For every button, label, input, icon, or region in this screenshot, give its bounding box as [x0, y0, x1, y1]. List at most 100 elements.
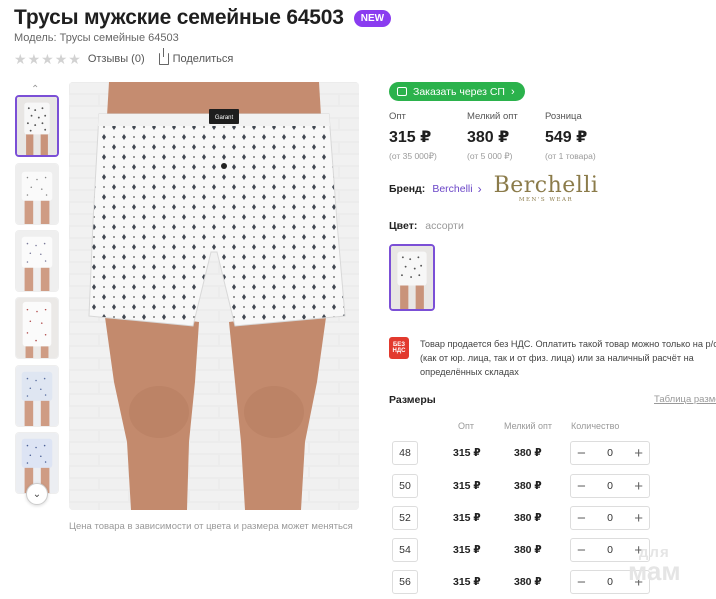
size-row: 52 315 ₽ 380 ₽ − 0 +: [389, 506, 716, 530]
size-small-price: 380 ₽: [514, 480, 542, 492]
brand-row: Бренд: Berchelli › Berchelli MEN'S WEAR: [389, 175, 598, 204]
size-opt-price: 315 ₽: [453, 480, 481, 492]
brand-label: Бренд:: [389, 183, 426, 196]
chevron-right-icon: ›: [510, 85, 515, 98]
chevron-right-icon: ›: [477, 182, 482, 197]
brand-logo[interactable]: Berchelli MEN'S WEAR: [494, 175, 599, 204]
quantity-stepper: − 0 +: [570, 441, 650, 465]
cart-icon: [397, 87, 407, 96]
vat-badge-line2: НДС: [392, 348, 406, 354]
star-icon: ★: [41, 51, 54, 67]
thumbnail-1[interactable]: [15, 95, 59, 157]
brand-logo-main: Berchelli: [493, 173, 599, 198]
share-button[interactable]: Поделиться: [158, 48, 234, 65]
price-min: (от 1 товара): [545, 151, 596, 161]
price-tier-opt: Опт 315 ₽ (от 35 000₽): [389, 111, 467, 162]
size-label: 48: [392, 441, 418, 465]
size-opt-price: 315 ₽: [453, 576, 481, 588]
price-value: 380 ₽: [467, 129, 510, 146]
quantity-value[interactable]: 0: [607, 576, 613, 588]
star-icon: ★: [68, 51, 81, 67]
size-chart-link[interactable]: Таблица размеров: [654, 394, 716, 405]
new-badge: NEW: [353, 9, 392, 27]
title-row: Трусы мужские семейные 64503 NEW: [14, 6, 392, 30]
plus-icon[interactable]: +: [634, 446, 643, 461]
minus-icon[interactable]: −: [577, 575, 586, 590]
order-sp-label: Заказать через СП: [413, 85, 505, 98]
product-title: Трусы мужские семейные 64503: [14, 6, 344, 29]
share-label: Поделиться: [172, 53, 234, 65]
star-icon: ★: [27, 51, 41, 67]
price-min: (от 35 000₽): [389, 151, 437, 161]
price-label: Розница: [545, 111, 582, 122]
vat-notice: БЕЗ НДС Товар продается без НДС. Оплатит…: [389, 337, 716, 379]
svg-text:Garant: Garant: [215, 115, 234, 121]
size-row: 50 315 ₽ 380 ₽ − 0 +: [389, 474, 716, 498]
sizes-title: Размеры: [389, 394, 436, 406]
size-label: 54: [392, 538, 418, 562]
product-info: Заказать через СП › Опт 315 ₽ (от 35 000…: [389, 0, 716, 599]
reviews-link[interactable]: Отзывы (0): [88, 53, 145, 65]
quantity-value[interactable]: 0: [607, 512, 613, 524]
price-label: Опт: [389, 111, 406, 122]
price-tiers: Опт 315 ₽ (от 35 000₽) Мелкий опт 380 ₽ …: [389, 111, 623, 162]
color-value: ассорти: [425, 220, 464, 232]
price-tier-small: Мелкий опт 380 ₽ (от 5 000 ₽): [467, 111, 545, 162]
price-min: (от 5 000 ₽): [467, 151, 513, 161]
thumbnail-3[interactable]: [15, 230, 59, 292]
size-opt-price: 315 ₽: [453, 512, 481, 524]
size-label: 56: [392, 570, 418, 594]
size-small-price: 380 ₽: [514, 512, 542, 524]
size-label: 50: [392, 474, 418, 498]
size-opt-price: 315 ₽: [453, 447, 481, 459]
vat-badge: БЕЗ НДС: [389, 337, 409, 359]
minus-icon[interactable]: −: [577, 446, 586, 461]
thumbnail-4[interactable]: [15, 297, 59, 359]
star-icon: ★: [54, 51, 68, 67]
price-value: 315 ₽: [389, 129, 432, 146]
size-small-price: 380 ₽: [514, 576, 542, 588]
minus-icon[interactable]: −: [577, 511, 586, 526]
size-small-price: 380 ₽: [514, 544, 542, 556]
color-swatch-assorti[interactable]: [389, 244, 435, 311]
thumbnail-5[interactable]: [15, 365, 59, 427]
minus-icon[interactable]: −: [577, 543, 586, 558]
price-label: Мелкий опт: [467, 111, 518, 122]
order-sp-button[interactable]: Заказать через СП ›: [389, 82, 525, 101]
thumbnail-2[interactable]: [15, 163, 59, 225]
chevron-down-icon[interactable]: ⌄: [26, 483, 48, 505]
color-label: Цвет:: [389, 220, 418, 232]
size-row: 48 315 ₽ 380 ₽ − 0 +: [389, 441, 716, 465]
star-icon: ★: [14, 51, 27, 67]
quantity-stepper: − 0 +: [570, 506, 650, 530]
chevron-up-icon[interactable]: ⌃: [31, 84, 39, 95]
quantity-stepper: − 0 +: [570, 474, 650, 498]
brand-logo-sub: MEN'S WEAR: [518, 197, 574, 203]
color-row: Цвет: ассорти: [389, 220, 464, 232]
rating-stars[interactable]: ★ ★ ★ ★ ★: [14, 52, 82, 66]
watermark-logo: для мам: [628, 545, 681, 586]
size-label: 52: [392, 506, 418, 530]
quantity-value[interactable]: 0: [607, 544, 613, 556]
price-tier-retail: Розница 549 ₽ (от 1 товара): [545, 111, 623, 162]
model-text: Модель: Трусы семейные 64503: [14, 32, 179, 44]
brand-link[interactable]: Berchelli: [432, 183, 472, 195]
plus-icon[interactable]: +: [634, 511, 643, 526]
thumbnail-strip: ⌃ ⌄: [14, 84, 60, 508]
col-opt: Опт: [458, 421, 474, 431]
col-small-opt: Мелкий опт: [504, 421, 553, 431]
quantity-value[interactable]: 0: [607, 480, 613, 492]
sizes-header: Размеры Таблица размеров: [389, 394, 716, 406]
main-product-photo[interactable]: Garant: [69, 82, 359, 510]
quantity-value[interactable]: 0: [607, 447, 613, 459]
size-opt-price: 315 ₽: [453, 544, 481, 556]
size-small-price: 380 ₽: [514, 447, 542, 459]
col-quantity: Количество: [571, 421, 620, 431]
minus-icon[interactable]: −: [577, 479, 586, 494]
vat-text: Товар продается без НДС. Оплатить такой …: [420, 339, 716, 377]
meta-row: ★ ★ ★ ★ ★ Отзывы (0) Поделиться: [14, 48, 234, 66]
price-value: 549 ₽: [545, 129, 588, 146]
plus-icon[interactable]: +: [634, 479, 643, 494]
share-icon: [158, 48, 169, 65]
watermark-line2: мам: [628, 555, 681, 586]
